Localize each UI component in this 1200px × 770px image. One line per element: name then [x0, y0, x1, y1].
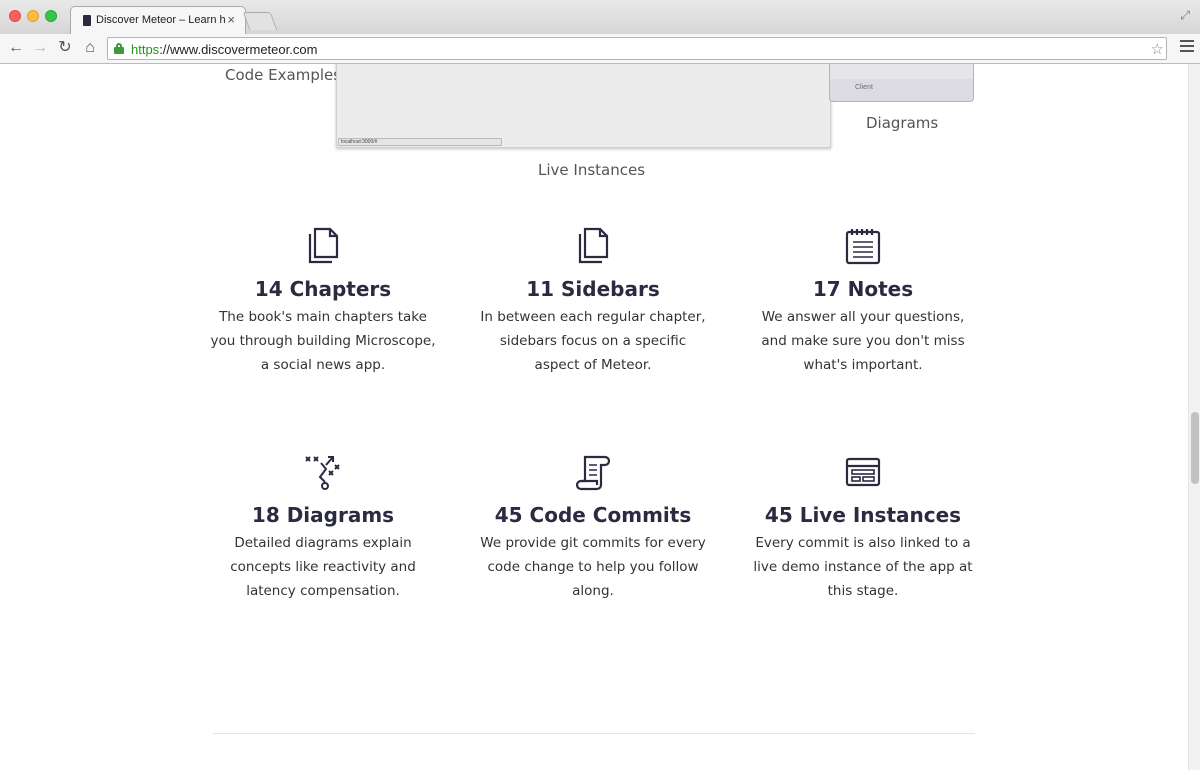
window-titlebar: Discover Meteor – Learn how × ⤢ [0, 0, 1200, 34]
live-instance-preview: localhost:3000/# [336, 64, 831, 148]
browser-toolbar: ← → ↻ ⌂ https://www.discovermeteor.com ☆ [0, 34, 1200, 64]
diagram-client-label: Client [855, 84, 873, 91]
menu-icon[interactable] [1180, 40, 1194, 54]
maximize-window-button[interactable] [45, 10, 57, 22]
pages-icon [208, 227, 438, 265]
feature-description: Detailed diagrams explain concepts like … [230, 535, 416, 599]
feature-title: 14 Chapters [254, 277, 392, 301]
feature-title: 17 Notes [812, 277, 914, 301]
page-content: Code Examples localhost:3000/# Client Di… [0, 64, 1188, 770]
bookmark-star-icon[interactable]: ☆ [1151, 40, 1164, 58]
back-arrow-icon[interactable]: ← [6, 38, 26, 58]
scroll-icon [478, 453, 708, 491]
url-text: https://www.discovermeteor.com [131, 42, 318, 57]
scrollbar-thumb[interactable] [1191, 412, 1199, 484]
feature-title: 18 Diagrams [251, 503, 395, 527]
close-window-button[interactable] [9, 10, 21, 22]
minimize-window-button[interactable] [27, 10, 39, 22]
feature-title: 11 Sidebars [526, 277, 660, 301]
live-instance-statusbar: localhost:3000/# [338, 138, 502, 146]
favicon-icon [83, 15, 91, 26]
home-icon[interactable]: ⌂ [80, 38, 100, 58]
feature-description: We provide git commits for every code ch… [480, 535, 706, 599]
feature-notes: 17 Notes We answer all your questions, a… [748, 227, 978, 377]
new-tab-button[interactable] [242, 12, 278, 30]
feature-description: In between each regular chapter, sidebar… [480, 309, 706, 373]
feature-live-instances: 45 Live Instances Every commit is also l… [748, 453, 978, 603]
fullscreen-icon[interactable]: ⤢ [1180, 8, 1190, 23]
notepad-icon [748, 227, 978, 265]
feature-title: 45 Code Commits [494, 503, 692, 527]
page-icon [478, 227, 708, 265]
feature-sidebars: 11 Sidebars In between each regular chap… [478, 227, 708, 377]
feature-chapters: 14 Chapters The book's main chapters tak… [208, 227, 438, 377]
forward-arrow-icon[interactable]: → [30, 38, 50, 58]
lock-icon [114, 43, 124, 54]
feature-diagrams: 18 Diagrams Detailed diagrams explain co… [208, 453, 438, 603]
feature-code-commits: 45 Code Commits We provide git commits f… [478, 453, 708, 603]
diagrams-label: Diagrams [866, 114, 939, 132]
reload-icon[interactable]: ↻ [55, 38, 75, 58]
feature-description: The book's main chapters take you throug… [210, 309, 436, 373]
feature-description: Every commit is also linked to a live de… [753, 535, 973, 599]
address-bar[interactable]: https://www.discovermeteor.com ☆ [107, 37, 1167, 60]
diagram-preview: Client [829, 64, 974, 102]
section-divider [213, 733, 975, 734]
tab-title: Discover Meteor – Learn how [96, 14, 226, 26]
browser-window-icon [748, 453, 978, 491]
playbook-icon [208, 453, 438, 491]
live-instances-label: Live Instances [538, 161, 646, 179]
vertical-scrollbar[interactable] [1188, 64, 1200, 770]
code-examples-label: Code Examples [225, 66, 342, 84]
tab-close-icon[interactable]: × [227, 12, 235, 27]
browser-tab[interactable]: Discover Meteor – Learn how × [70, 6, 246, 34]
feature-title: 45 Live Instances [764, 503, 962, 527]
feature-description: We answer all your questions, and make s… [761, 309, 965, 373]
